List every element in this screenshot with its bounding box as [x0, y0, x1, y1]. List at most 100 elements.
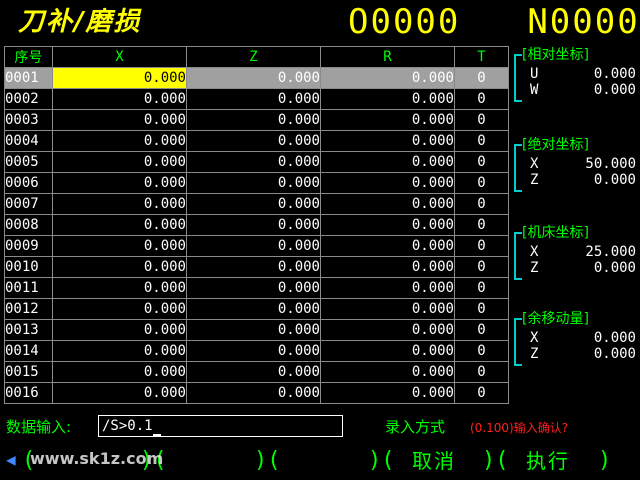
cell-z[interactable]: 0.000 [186, 361, 321, 383]
table-row[interactable]: 0015 0.000 0.000 0.000 0 [4, 361, 509, 383]
cell-r[interactable]: 0.000 [320, 130, 455, 152]
cell-x[interactable]: 0.000 [52, 151, 187, 173]
cell-t[interactable]: 0 [454, 193, 509, 215]
softkey-6-bracket[interactable]: ) [598, 446, 611, 476]
softkey-5-bracket[interactable]: )( [482, 446, 509, 476]
softkey-4-bracket[interactable]: )( [368, 446, 395, 476]
cell-t[interactable]: 0 [454, 319, 509, 341]
cell-t[interactable]: 0 [454, 382, 509, 404]
cell-z[interactable]: 0.000 [186, 340, 321, 362]
table-header-row: 序号 X Z R T [4, 46, 509, 68]
cell-no: 0016 [4, 382, 53, 404]
cell-x[interactable]: 0.000 [52, 382, 187, 404]
cell-x[interactable]: 0.000 [52, 67, 187, 89]
cell-z[interactable]: 0.000 [186, 382, 321, 404]
cell-x[interactable]: 0.000 [52, 319, 187, 341]
cell-z[interactable]: 0.000 [186, 277, 321, 299]
axis-label: Z [530, 172, 539, 188]
cell-x[interactable]: 0.000 [52, 130, 187, 152]
cell-x[interactable]: 0.000 [52, 235, 187, 257]
cell-x[interactable]: 0.000 [52, 109, 187, 131]
table-row[interactable]: 0009 0.000 0.000 0.000 0 [4, 235, 509, 257]
axis-value: 0.000 [593, 330, 636, 346]
table-row[interactable]: 0004 0.000 0.000 0.000 0 [4, 130, 509, 152]
axis-label: U [530, 66, 539, 82]
axis-value: 50.000 [585, 156, 636, 172]
cell-z[interactable]: 0.000 [186, 298, 321, 320]
tool-offset-table: 序号 X Z R T 0001 0.000 0.000 0.000 0 0002 0.000… [4, 46, 509, 404]
arrow-left-icon[interactable]: ◀ [6, 450, 16, 469]
cell-t[interactable]: 0 [454, 361, 509, 383]
cell-r[interactable]: 0.000 [320, 235, 455, 257]
table-row[interactable]: 0012 0.000 0.000 0.000 0 [4, 298, 509, 320]
table-row[interactable]: 0003 0.000 0.000 0.000 0 [4, 109, 509, 131]
table-row[interactable]: 0005 0.000 0.000 0.000 0 [4, 151, 509, 173]
cell-r[interactable]: 0.000 [320, 340, 455, 362]
table-row[interactable]: 0013 0.000 0.000 0.000 0 [4, 319, 509, 341]
cell-no: 0009 [4, 235, 53, 257]
table-row[interactable]: 0010 0.000 0.000 0.000 0 [4, 256, 509, 278]
cell-t[interactable]: 0 [454, 88, 509, 110]
table-row[interactable]: 0014 0.000 0.000 0.000 0 [4, 340, 509, 362]
table-row[interactable]: 0016 0.000 0.000 0.000 0 [4, 382, 509, 404]
cell-t[interactable]: 0 [454, 67, 509, 89]
cell-r[interactable]: 0.000 [320, 256, 455, 278]
cell-x[interactable]: 0.000 [52, 277, 187, 299]
table-row[interactable]: 0006 0.000 0.000 0.000 0 [4, 172, 509, 194]
cell-t[interactable]: 0 [454, 151, 509, 173]
cell-r[interactable]: 0.000 [320, 109, 455, 131]
cell-t[interactable]: 0 [454, 214, 509, 236]
cell-r[interactable]: 0.000 [320, 298, 455, 320]
cell-z[interactable]: 0.000 [186, 172, 321, 194]
cell-t[interactable]: 0 [454, 277, 509, 299]
table-row[interactable]: 0007 0.000 0.000 0.000 0 [4, 193, 509, 215]
table-row[interactable]: 0011 0.000 0.000 0.000 0 [4, 277, 509, 299]
cell-z[interactable]: 0.000 [186, 235, 321, 257]
cell-r[interactable]: 0.000 [320, 277, 455, 299]
cell-z[interactable]: 0.000 [186, 214, 321, 236]
cell-x[interactable]: 0.000 [52, 88, 187, 110]
cell-x[interactable]: 0.000 [52, 256, 187, 278]
cell-t[interactable]: 0 [454, 256, 509, 278]
cell-x[interactable]: 0.000 [52, 361, 187, 383]
cell-r[interactable]: 0.000 [320, 382, 455, 404]
cell-z[interactable]: 0.000 [186, 88, 321, 110]
cell-no: 0002 [4, 88, 53, 110]
cell-no: 0003 [4, 109, 53, 131]
cell-x[interactable]: 0.000 [52, 298, 187, 320]
cancel-button[interactable]: 取消 [412, 446, 456, 476]
cell-r[interactable]: 0.000 [320, 214, 455, 236]
table-row[interactable]: 0001 0.000 0.000 0.000 0 [4, 67, 509, 89]
cell-z[interactable]: 0.000 [186, 319, 321, 341]
cell-r[interactable]: 0.000 [320, 67, 455, 89]
softkey-3-bracket[interactable]: )( [254, 446, 281, 476]
cell-t[interactable]: 0 [454, 172, 509, 194]
cell-z[interactable]: 0.000 [186, 67, 321, 89]
table-row[interactable]: 0008 0.000 0.000 0.000 0 [4, 214, 509, 236]
table-row[interactable]: 0002 0.000 0.000 0.000 0 [4, 88, 509, 110]
group-title: [绝对坐标] [522, 137, 589, 153]
cell-r[interactable]: 0.000 [320, 172, 455, 194]
cell-z[interactable]: 0.000 [186, 109, 321, 131]
cell-x[interactable]: 0.000 [52, 172, 187, 194]
cell-r[interactable]: 0.000 [320, 88, 455, 110]
cell-t[interactable]: 0 [454, 340, 509, 362]
cell-t[interactable]: 0 [454, 109, 509, 131]
cell-t[interactable]: 0 [454, 235, 509, 257]
cell-z[interactable]: 0.000 [186, 193, 321, 215]
cell-x[interactable]: 0.000 [52, 214, 187, 236]
cell-r[interactable]: 0.000 [320, 319, 455, 341]
cell-z[interactable]: 0.000 [186, 256, 321, 278]
cell-z[interactable]: 0.000 [186, 130, 321, 152]
cell-r[interactable]: 0.000 [320, 361, 455, 383]
cell-x[interactable]: 0.000 [52, 340, 187, 362]
execute-button[interactable]: 执行 [526, 446, 570, 476]
cell-x[interactable]: 0.000 [52, 193, 187, 215]
cell-z[interactable]: 0.000 [186, 151, 321, 173]
cell-r[interactable]: 0.000 [320, 151, 455, 173]
data-input-field[interactable]: /S>0.1 [98, 415, 343, 437]
cell-r[interactable]: 0.000 [320, 193, 455, 215]
cell-t[interactable]: 0 [454, 130, 509, 152]
column-header-z: Z [186, 46, 321, 68]
cell-t[interactable]: 0 [454, 298, 509, 320]
